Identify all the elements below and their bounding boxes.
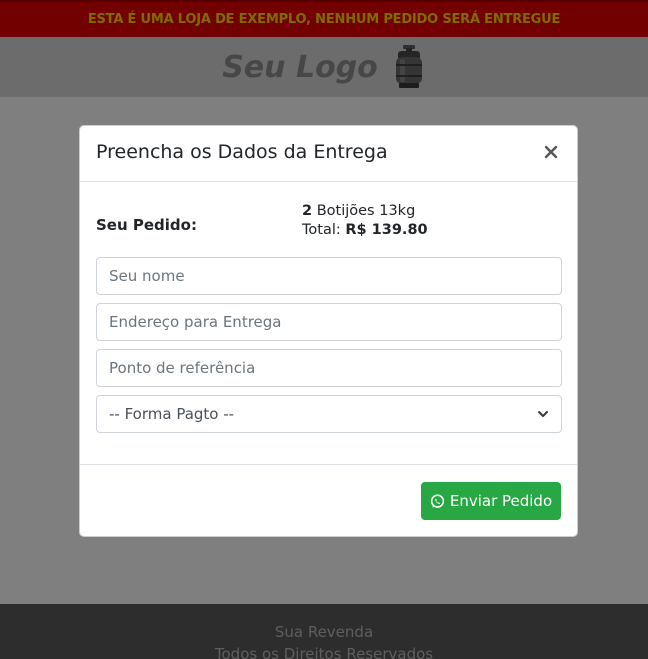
order-product: Botijões 13kg (316, 203, 416, 219)
order-total-label: Total: (302, 222, 341, 238)
order-summary: 2 Botijões 13kg Total: R$ 139.80 (302, 202, 428, 240)
address-placeholder: Endereço para Entrega (109, 313, 282, 331)
order-items: 2 Botijões 13kg (302, 202, 428, 221)
send-order-label: Enviar Pedido (449, 492, 553, 510)
order-total: Total: R$ 139.80 (302, 221, 428, 240)
order-quantity: 2 (302, 203, 313, 219)
payment-select[interactable]: -- Forma Pagto -- (96, 395, 562, 433)
order-total-value: R$ 139.80 (345, 222, 428, 238)
name-placeholder: Seu nome (109, 267, 185, 285)
payment-selected-value: -- Forma Pagto -- (109, 405, 235, 423)
modal-header: Preencha os Dados da Entrega (80, 126, 577, 182)
address-input[interactable]: Endereço para Entrega (96, 303, 562, 341)
reference-input[interactable]: Ponto de referência (96, 349, 562, 387)
modal-title: Preencha os Dados da Entrega (96, 141, 388, 163)
reference-placeholder: Ponto de referência (109, 359, 256, 377)
modal-body: Seu Pedido: 2 Botijões 13kg Total: R$ 13… (80, 182, 577, 465)
send-order-button[interactable]: Enviar Pedido (421, 482, 561, 520)
modal-footer: Enviar Pedido (80, 465, 577, 536)
close-icon[interactable] (542, 143, 560, 161)
name-input[interactable]: Seu nome (96, 257, 562, 295)
delivery-modal: Preencha os Dados da Entrega Seu Pedido:… (79, 125, 578, 537)
chevron-down-icon (538, 411, 548, 417)
order-label: Seu Pedido: (96, 216, 197, 234)
whatsapp-icon (430, 493, 445, 508)
